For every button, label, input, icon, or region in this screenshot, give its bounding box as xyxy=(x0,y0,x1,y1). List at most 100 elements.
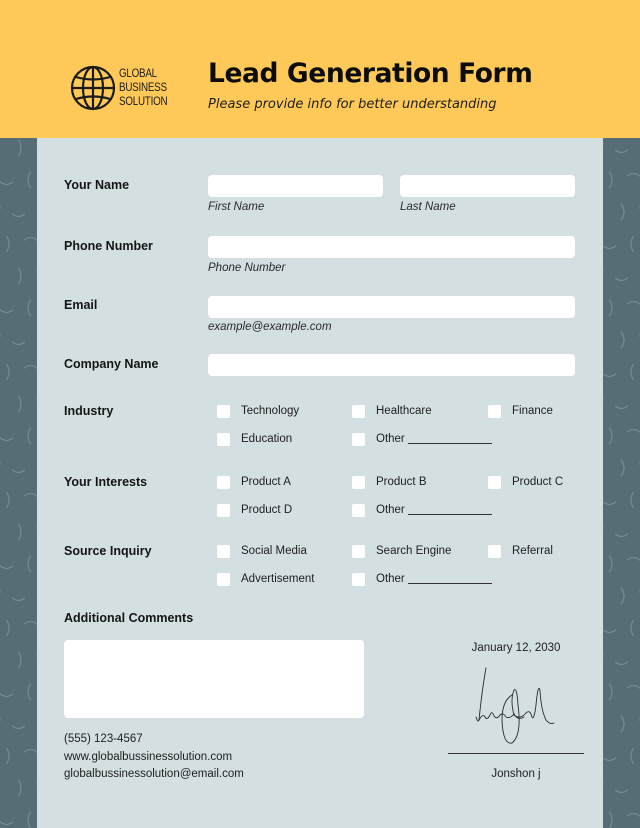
phone-number-label: Phone Number xyxy=(64,239,153,253)
pattern-arc xyxy=(602,757,617,762)
pattern-arc xyxy=(0,437,14,442)
checkbox[interactable] xyxy=(217,404,230,418)
checkbox[interactable] xyxy=(352,503,365,517)
pattern-arc xyxy=(11,725,26,730)
logo-line-1: GLOBAL xyxy=(119,66,157,80)
pattern-arc xyxy=(620,331,625,349)
contact-website[interactable]: www.globalbussinessolution.com xyxy=(64,751,232,763)
pattern-arc xyxy=(608,683,613,701)
interest-option-product-d[interactable]: Product D xyxy=(217,502,292,518)
interest-option-other[interactable]: Other xyxy=(352,502,492,518)
header: GLOBAL BUSINESS SOLUTION Lead Generation… xyxy=(0,0,640,138)
pattern-arc xyxy=(608,555,613,573)
pattern-arc xyxy=(23,748,38,753)
last-name-input[interactable] xyxy=(400,175,575,197)
checkbox[interactable] xyxy=(352,544,365,558)
pattern-arc xyxy=(630,747,635,765)
pattern-arc xyxy=(602,501,617,506)
pattern-arc xyxy=(0,181,14,186)
checkbox[interactable] xyxy=(217,432,230,446)
pattern-arc xyxy=(620,459,625,477)
pattern-arc xyxy=(614,405,629,410)
company-name-input[interactable] xyxy=(208,354,575,376)
signer-name: Jonshon j xyxy=(491,768,541,780)
your-name-label: Your Name xyxy=(64,178,130,192)
pattern-arc xyxy=(27,427,32,445)
signature-line xyxy=(448,753,584,754)
pattern-arc xyxy=(5,747,10,765)
option-label: Finance xyxy=(512,405,553,417)
option-label: Other xyxy=(376,573,405,585)
company-logo: GLOBAL BUSINESS SOLUTION xyxy=(70,65,180,111)
checkbox[interactable] xyxy=(217,544,230,558)
pattern-arc xyxy=(17,523,22,541)
pattern-arc xyxy=(626,684,640,689)
industry-option-finance[interactable]: Finance xyxy=(488,403,553,419)
option-label: Other xyxy=(376,504,405,516)
interest-option-product-c[interactable]: Product C xyxy=(488,474,563,490)
checkbox[interactable] xyxy=(217,572,230,586)
pattern-arc xyxy=(23,492,38,497)
checkbox[interactable] xyxy=(352,404,365,418)
contact-phone: (555) 123-4567 xyxy=(64,733,143,745)
signature-date: January 12, 2030 xyxy=(471,642,561,654)
option-label: Other xyxy=(376,433,405,445)
source-option-social-media[interactable]: Social Media xyxy=(217,543,307,559)
pattern-arc xyxy=(614,149,629,154)
checkbox[interactable] xyxy=(217,475,230,489)
industry-option-technology[interactable]: Technology xyxy=(217,403,299,419)
option-label: Search Engine xyxy=(376,545,452,557)
interest-option-product-a[interactable]: Product A xyxy=(217,474,291,490)
other-write-in-line[interactable] xyxy=(407,434,492,444)
industry-option-education[interactable]: Education xyxy=(217,431,292,447)
phone-number-input[interactable] xyxy=(208,236,575,258)
industry-option-other[interactable]: Other xyxy=(352,431,492,447)
pattern-arc xyxy=(27,811,32,828)
interest-option-product-b[interactable]: Product B xyxy=(352,474,427,490)
industry-option-healthcare[interactable]: Healthcare xyxy=(352,403,432,419)
source-option-referral[interactable]: Referral xyxy=(488,543,553,559)
last-name-hint: Last Name xyxy=(400,201,456,213)
logo-line-3: SOLUTION xyxy=(119,94,168,108)
email-input[interactable] xyxy=(208,296,575,318)
checkbox[interactable] xyxy=(488,544,501,558)
additional-comments-textarea[interactable] xyxy=(64,640,364,718)
option-label: Product A xyxy=(241,476,291,488)
pattern-arc xyxy=(0,590,2,593)
pattern-arc xyxy=(17,139,22,157)
source-option-other[interactable]: Other xyxy=(352,571,492,587)
other-write-in-line[interactable] xyxy=(407,574,492,584)
checkbox[interactable] xyxy=(488,404,501,418)
pattern-arc xyxy=(23,620,38,625)
interests-label: Your Interests xyxy=(64,475,148,489)
checkbox[interactable] xyxy=(352,572,365,586)
pattern-arc xyxy=(5,491,10,509)
pattern-arc xyxy=(17,779,22,797)
industry-label: Industry xyxy=(64,404,114,418)
checkbox[interactable] xyxy=(488,475,501,489)
pattern-arc xyxy=(27,555,32,573)
first-name-input[interactable] xyxy=(208,175,383,197)
company-name-label: Company Name xyxy=(64,357,159,371)
pattern-arc xyxy=(608,811,613,828)
pattern-arc xyxy=(626,428,640,433)
pattern-arc xyxy=(614,533,629,538)
source-option-advertisement[interactable]: Advertisement xyxy=(217,571,315,587)
pattern-arc xyxy=(626,556,640,561)
option-label: Product B xyxy=(376,476,427,488)
checkbox[interactable] xyxy=(217,503,230,517)
contact-email[interactable]: globalbussinessolution@email.com xyxy=(64,768,244,780)
checkbox[interactable] xyxy=(352,475,365,489)
pattern-arc xyxy=(5,619,10,637)
other-write-in-line[interactable] xyxy=(407,505,492,515)
checkbox[interactable] xyxy=(352,432,365,446)
email-hint: example@example.com xyxy=(208,321,332,333)
pattern-arc xyxy=(630,363,635,381)
pattern-arc xyxy=(11,597,26,602)
pattern-arc xyxy=(602,245,617,250)
pattern-arc xyxy=(0,334,2,337)
pattern-arc xyxy=(0,718,2,721)
pattern-arc xyxy=(630,235,635,253)
option-label: Technology xyxy=(241,405,300,417)
source-option-search-engine[interactable]: Search Engine xyxy=(352,543,451,559)
